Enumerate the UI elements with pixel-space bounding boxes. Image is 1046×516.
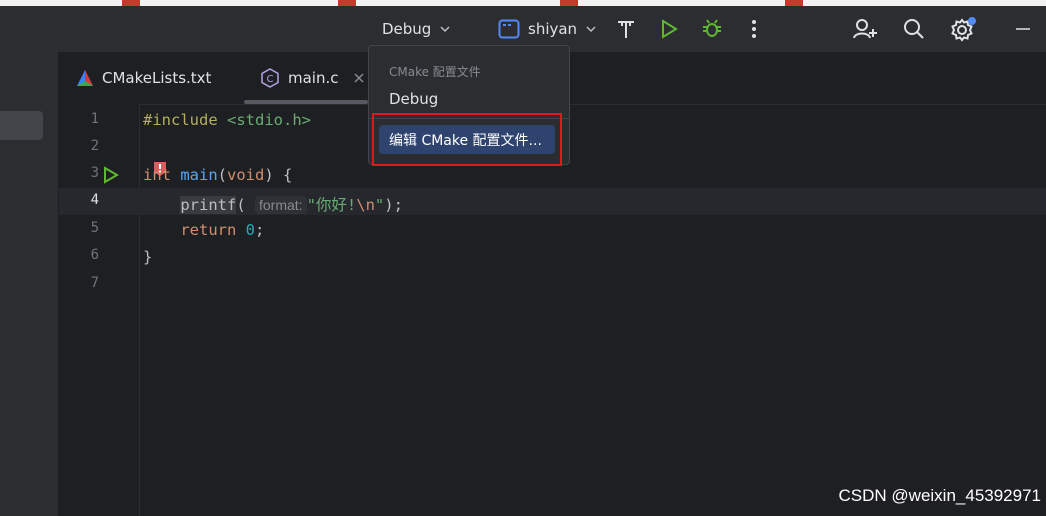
code-line[interactable]: } xyxy=(143,248,152,266)
tab-label: main.c xyxy=(288,69,339,87)
line-number: 2 xyxy=(90,138,99,154)
target-label: shiyan xyxy=(528,20,578,38)
build-button[interactable] xyxy=(614,12,638,46)
cmake-icon xyxy=(77,70,93,86)
close-icon[interactable] xyxy=(353,72,365,84)
run-gutter-icon[interactable] xyxy=(102,166,120,184)
line-number: 4 xyxy=(90,192,99,208)
chevron-down-icon xyxy=(586,26,596,33)
target-selector[interactable]: shiyan xyxy=(498,12,597,46)
line-number: 3 xyxy=(90,165,99,181)
chevron-down-icon xyxy=(440,26,450,33)
code-line[interactable]: #include <stdio.h> xyxy=(143,111,311,129)
add-user-icon xyxy=(853,19,877,39)
add-user-button[interactable] xyxy=(852,12,878,46)
gear-icon xyxy=(951,17,976,42)
code-line[interactable]: int main(void) { xyxy=(143,166,292,184)
line-number: 7 xyxy=(90,275,99,291)
svg-text:C: C xyxy=(267,74,274,85)
code-line[interactable]: return 0; xyxy=(143,221,264,239)
settings-button[interactable] xyxy=(950,12,978,46)
tab-cmakelists[interactable]: CMakeLists.txt xyxy=(76,52,211,104)
tab-main-c[interactable]: C main.c xyxy=(260,52,365,104)
more-actions-button[interactable] xyxy=(744,12,764,46)
minimize-icon xyxy=(1016,28,1030,30)
dropdown-header: CMake 配置文件 xyxy=(389,65,481,79)
active-tab-indicator xyxy=(244,100,368,104)
dropdown-item-debug[interactable]: Debug xyxy=(389,90,438,108)
run-config-selector[interactable]: Debug xyxy=(382,12,451,46)
minimize-button[interactable] xyxy=(1014,12,1032,46)
line-number: 1 xyxy=(90,111,99,127)
hammer-icon xyxy=(618,21,634,38)
line-number: 5 xyxy=(90,220,99,236)
c-file-icon: C xyxy=(261,68,279,88)
search-icon xyxy=(904,19,924,39)
run-config-label: Debug xyxy=(382,20,432,38)
more-vertical-icon xyxy=(752,20,756,38)
play-icon xyxy=(662,19,678,39)
watermark: CSDN @weixin_45392971 xyxy=(838,486,1041,505)
search-button[interactable] xyxy=(902,12,926,46)
tool-window-selected[interactable] xyxy=(0,111,43,140)
debug-button[interactable] xyxy=(700,12,724,46)
code-line[interactable]: printf( format: "你好!\n"); xyxy=(143,193,403,215)
run-button[interactable] xyxy=(658,12,680,46)
tab-label: CMakeLists.txt xyxy=(102,69,212,87)
parameter-hint: format: xyxy=(255,196,307,214)
bug-icon xyxy=(703,19,721,37)
app-target-icon xyxy=(498,19,520,39)
annotation-highlight-box xyxy=(372,113,562,166)
line-number: 6 xyxy=(90,247,99,263)
